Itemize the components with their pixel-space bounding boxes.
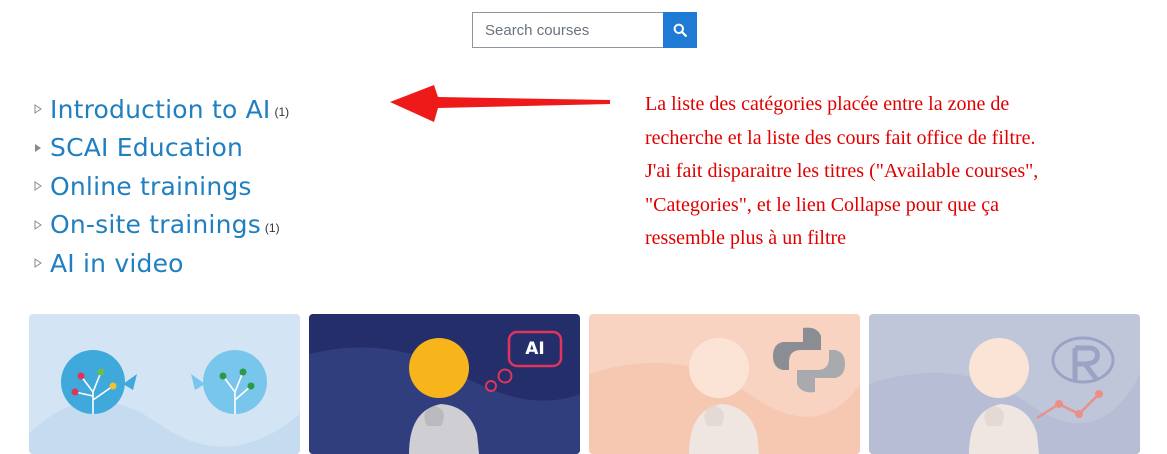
annotation-line: ressemble plus à un filtre	[645, 227, 847, 249]
network-heads-illustration	[29, 314, 300, 454]
course-card[interactable]: AI	[309, 314, 580, 454]
caret-right-outline-icon[interactable]	[34, 104, 50, 115]
course-card[interactable]	[29, 314, 300, 454]
annotation-line: J'ai fait disparaitre les titres ("Avail…	[645, 160, 1039, 182]
caret-right-outline-icon[interactable]	[34, 219, 50, 230]
category-course-count: (1)	[264, 220, 280, 235]
search-icon	[673, 23, 687, 37]
category-link[interactable]: AI in video	[50, 249, 184, 278]
category-link[interactable]: Introduction to AI	[50, 95, 270, 124]
search-input[interactable]	[472, 12, 663, 48]
annotation-line: La liste des catégories placée entre la …	[645, 93, 1010, 115]
category-item[interactable]: AI in video	[34, 244, 289, 283]
course-card[interactable]	[869, 314, 1140, 454]
category-list: Introduction to AI (1) SCAI Education On…	[34, 90, 289, 283]
category-item[interactable]: On-site trainings (1)	[34, 206, 289, 245]
caret-right-filled-icon[interactable]	[34, 143, 50, 153]
annotation-line: recherche et la liste des cours fait off…	[645, 126, 1036, 149]
category-course-count: (1)	[274, 105, 290, 120]
category-link[interactable]: SCAI Education	[50, 133, 243, 162]
course-search	[472, 12, 697, 48]
category-item[interactable]: Online trainings	[34, 167, 289, 206]
r-thinker-illustration	[869, 314, 1140, 454]
ai-badge-text: AI	[525, 339, 545, 359]
annotation-line: "Categories", et le lien Collapse pour q…	[645, 193, 999, 216]
category-link[interactable]: On-site trainings	[50, 210, 261, 239]
caret-right-outline-icon[interactable]	[34, 181, 50, 192]
caret-right-outline-icon[interactable]	[34, 258, 50, 269]
course-card[interactable]	[589, 314, 860, 454]
annotation-arrow-icon	[390, 85, 610, 122]
annotation-text: La liste des catégories placée entre la …	[645, 88, 1145, 256]
python-thinker-illustration	[589, 314, 860, 454]
search-button[interactable]	[663, 12, 697, 48]
category-item[interactable]: Introduction to AI (1)	[34, 90, 289, 129]
category-link[interactable]: Online trainings	[50, 172, 252, 201]
course-card-list: AI	[29, 314, 1140, 454]
category-item[interactable]: SCAI Education	[34, 129, 289, 168]
